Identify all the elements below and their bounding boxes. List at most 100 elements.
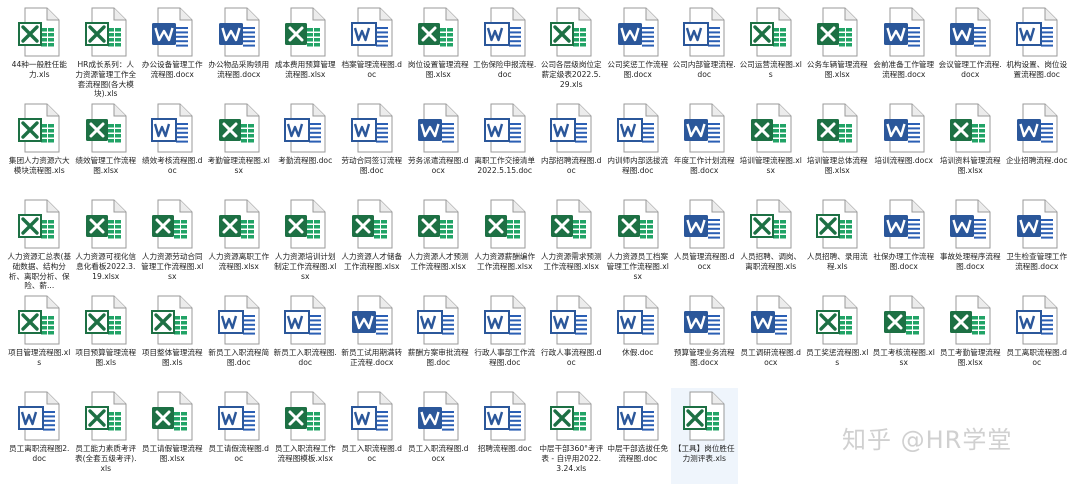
file-name: 人力资源可视化信息化看板2022.3.19.xlsx [75,252,137,281]
file-item[interactable]: 卫生检查管理工作流程图.docx [1004,196,1071,292]
file-item[interactable]: 人力资源需求预测工作流程图.xlsx [538,196,605,292]
file-item[interactable]: 员工入职流程工作流程图模板.xlsx [272,388,339,484]
file-item[interactable]: 人力资源人才储备工作流程图.xlsx [339,196,406,292]
file-item[interactable]: 会前准备工作管理流程图.docx [871,4,938,100]
file-item[interactable]: 劳务派遣流程图.docx [405,100,472,196]
file-item[interactable]: 行政人事部工作流程图.doc [472,292,539,388]
file-item[interactable]: 成本费用预算管理流程图.xlsx [272,4,339,100]
word-file-icon [948,6,992,58]
file-item[interactable]: 人员管理流程图.docx [671,196,738,292]
file-item[interactable]: 休假.doc [605,292,672,388]
file-item[interactable]: 员工能力素质考评表(全套五级考评).xls [73,388,140,484]
file-name: 内训师内部选拔流程图.doc [607,156,669,175]
file-item[interactable]: 劳动合同签订流程图.doc [339,100,406,196]
file-item[interactable]: 【工具】岗位胜任力测评表.xls [671,388,738,484]
word-file-icon [483,390,527,442]
file-item[interactable]: 中层干部选拔任免流程图.doc [605,388,672,484]
file-item[interactable]: 44种一般胜任能力.xls [6,4,73,100]
file-name: 新员工入职流程简图.doc [208,348,270,367]
file-item[interactable]: 人力资源人才预测工作流程图.xlsx [405,196,472,292]
file-item[interactable]: 企业招聘流程.doc [1004,100,1071,196]
file-item[interactable]: 事故处理程序流程图.docx [937,196,1004,292]
file-item[interactable]: 工伤保险申报流程.doc [472,4,539,100]
file-name: 培训流程图.docx [874,156,934,165]
word-file-icon [150,6,194,58]
file-item[interactable]: 新员工入职流程图.doc [272,292,339,388]
file-item[interactable]: 新员工入职流程简图.doc [206,292,273,388]
file-item[interactable]: 培训管理流程图.xlsx [738,100,805,196]
word-file-icon [682,6,726,58]
file-item[interactable]: 考勤流程图.doc [272,100,339,196]
excel-file-icon [150,390,194,442]
file-item[interactable]: 员工考核流程图.xlsx [871,292,938,388]
file-item[interactable]: 考勤管理流程图.xlsx [206,100,273,196]
file-item[interactable]: 人力资源培训计划制定工作流程图.xlsx [272,196,339,292]
file-item[interactable]: 员工离职流程图2.doc [6,388,73,484]
file-item[interactable]: 年度工作计划流程图.docx [671,100,738,196]
file-item[interactable]: 人力资源可视化信息化看板2022.3.19.xlsx [73,196,140,292]
excel-file-icon [350,198,394,250]
file-item[interactable]: 公务车辆管理流程图.xlsx [804,4,871,100]
file-item[interactable]: 预算管理业务流程图.docx [671,292,738,388]
file-name: 员工能力素质考评表(全套五级考评).xls [75,444,137,473]
file-item[interactable]: 岗位设置管理流程图.xlsx [405,4,472,100]
file-item[interactable]: 集团人力资源六大模块流程图.xls [6,100,73,196]
file-name: 人力资源离职工作流程图.xlsx [208,252,270,271]
file-name: 项目管理流程图.xls [8,348,71,367]
file-item[interactable]: 中层干部360°考评表 - 自评用2022.3.24.xls [538,388,605,484]
file-item[interactable]: HR成长系列：人力资源管理工作全套流程图(各大模块).xls [73,4,140,100]
file-item[interactable]: 员工入职流程图.doc [339,388,406,484]
file-name: 公司内部管理流程.doc [672,60,736,79]
file-item[interactable]: 项目预算管理流程图.xls [73,292,140,388]
word-file-icon [616,390,660,442]
file-item[interactable]: 员工入职流程图.docx [405,388,472,484]
file-item[interactable]: 新员工试用期满转正流程.docx [339,292,406,388]
file-item[interactable]: 会议管理工作流程.docx [937,4,1004,100]
file-item[interactable]: 人力资源劳动合同管理工作流程图.xlsx [139,196,206,292]
file-item[interactable]: 员工离职流程图.doc [1004,292,1071,388]
file-item[interactable]: 内部招聘流程图.doc [538,100,605,196]
file-item[interactable]: 人员招聘、调岗、离职流程图.xls [738,196,805,292]
file-item[interactable]: 内训师内部选拔流程图.doc [605,100,672,196]
file-item[interactable]: 项目管理流程图.xls [6,292,73,388]
file-item[interactable]: 行政人事流程图.doc [538,292,605,388]
file-item[interactable]: 离职工作交接清单2022.5.15.doc [472,100,539,196]
file-item[interactable]: 培训管理总体流程图.xlsx [804,100,871,196]
file-name: 考勤管理流程图.xlsx [207,156,270,175]
file-item[interactable]: 人力资源离职工作流程图.xlsx [206,196,273,292]
excel-file-icon [416,6,460,58]
file-item[interactable]: 员工奖惩流程图.xls [804,292,871,388]
file-item[interactable]: 绩效管理工作流程图.xlsx [73,100,140,196]
file-item[interactable]: 招聘流程图.doc [472,388,539,484]
file-item[interactable]: 公司各层级岗位定薪定级表2022.5.29.xls [538,4,605,100]
file-grid: 44种一般胜任能力.xls HR成长系列：人力资源管理工作全套流程图(各大模块).… [6,4,1070,484]
file-item[interactable]: 绩效考核流程图.doc [139,100,206,196]
excel-file-icon [749,198,793,250]
file-item[interactable]: 员工考勤管理流程图.xlsx [937,292,1004,388]
file-item[interactable]: 公司奖惩工作流程图.docx [605,4,672,100]
file-item[interactable]: 人力资源员工档案管理工作流程图.xlsx [605,196,672,292]
file-item[interactable]: 薪酬方案审批流程图.doc [405,292,472,388]
file-item[interactable]: 社保办理工作流程图.docx [871,196,938,292]
excel-file-icon [682,390,726,442]
file-item[interactable]: 员工请假流程图.doc [206,388,273,484]
file-item[interactable]: 人力资源汇总表(基础数据、结构分析、离职分析、保险、薪... [6,196,73,292]
file-item[interactable]: 培训流程图.docx [871,100,938,196]
file-item[interactable]: 人力资源薪酬编作工作流程图.xlsx [472,196,539,292]
file-item[interactable]: 机构设置、岗位设置流程图.doc [1004,4,1071,100]
file-item[interactable]: 公司内部管理流程.doc [671,4,738,100]
file-name: 新员工试用期满转正流程.docx [341,348,403,367]
file-name: 卫生检查管理工作流程图.docx [1006,252,1068,271]
file-item[interactable]: 办公物品采购领用流程图.docx [206,4,273,100]
file-name: 人力资源需求预测工作流程图.xlsx [540,252,602,271]
file-item[interactable]: 人员招聘、录用流程.xls [804,196,871,292]
file-item[interactable]: 培训资料管理流程图.xlsx [937,100,1004,196]
file-item[interactable]: 员工请假管理流程图.xlsx [139,388,206,484]
file-item[interactable]: 办公设备管理工作流程图.docx [139,4,206,100]
file-item[interactable]: 档案管理流程图.doc [339,4,406,100]
file-name: 公务车辆管理流程图.xlsx [806,60,868,79]
file-item[interactable]: 项目整体管理流程图.xls [139,292,206,388]
file-item[interactable]: 公司运营流程图.xls [738,4,805,100]
file-item[interactable]: 员工调研流程图.docx [738,292,805,388]
word-file-icon [1015,198,1059,250]
